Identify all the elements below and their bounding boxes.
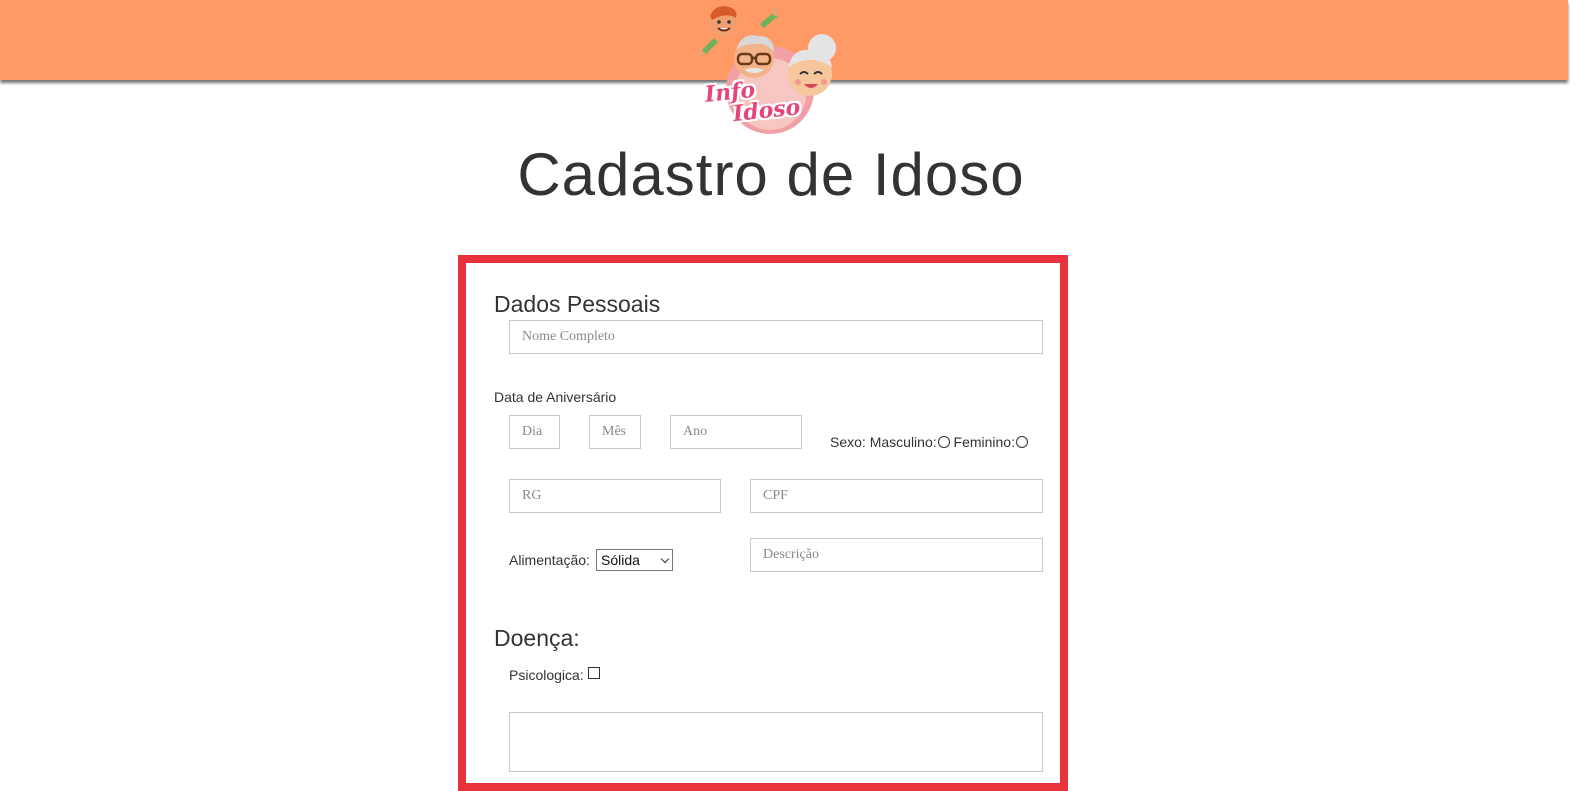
cpf-input[interactable]	[750, 479, 1043, 513]
rg-input[interactable]	[509, 479, 721, 513]
section-title-doenca: Doença:	[494, 625, 580, 651]
ano-input[interactable]	[670, 415, 802, 449]
section-title-dados-pessoais: Dados Pessoais	[494, 291, 661, 317]
alimentacao-selected-value: Sólida	[601, 552, 640, 568]
psicologica-checkbox[interactable]	[588, 667, 600, 679]
feminino-radio[interactable]	[1015, 436, 1028, 448]
dia-input[interactable]	[509, 415, 560, 449]
page-title: Cadastro de Idoso	[517, 141, 1025, 208]
nome-completo-input[interactable]	[509, 320, 1043, 354]
chevron-down-icon	[660, 554, 670, 564]
registration-form: Dados Pessoais Data de Aniversário Sexo:…	[458, 255, 1068, 791]
masculino-label: Masculino:	[869, 434, 937, 450]
logo-text-line2: Idoso	[731, 94, 802, 128]
psicologica-label: Psicologica:	[509, 667, 584, 683]
sexo-group: Sexo: Masculino: Feminino:	[830, 434, 1028, 450]
aniversario-label: Data de Aniversário	[494, 389, 617, 405]
sexo-label: Sexo:	[830, 434, 866, 450]
doenca-textarea[interactable]	[509, 712, 1043, 772]
alimentacao-select[interactable]: Sólida	[596, 549, 673, 571]
mes-input[interactable]	[589, 415, 641, 449]
page-gutter	[1568, 0, 1584, 760]
alimentacao-label: Alimentação:	[509, 552, 590, 568]
masculino-radio[interactable]	[937, 436, 950, 448]
descricao-input[interactable]	[750, 538, 1043, 572]
feminino-label: Feminino:	[953, 434, 1015, 450]
